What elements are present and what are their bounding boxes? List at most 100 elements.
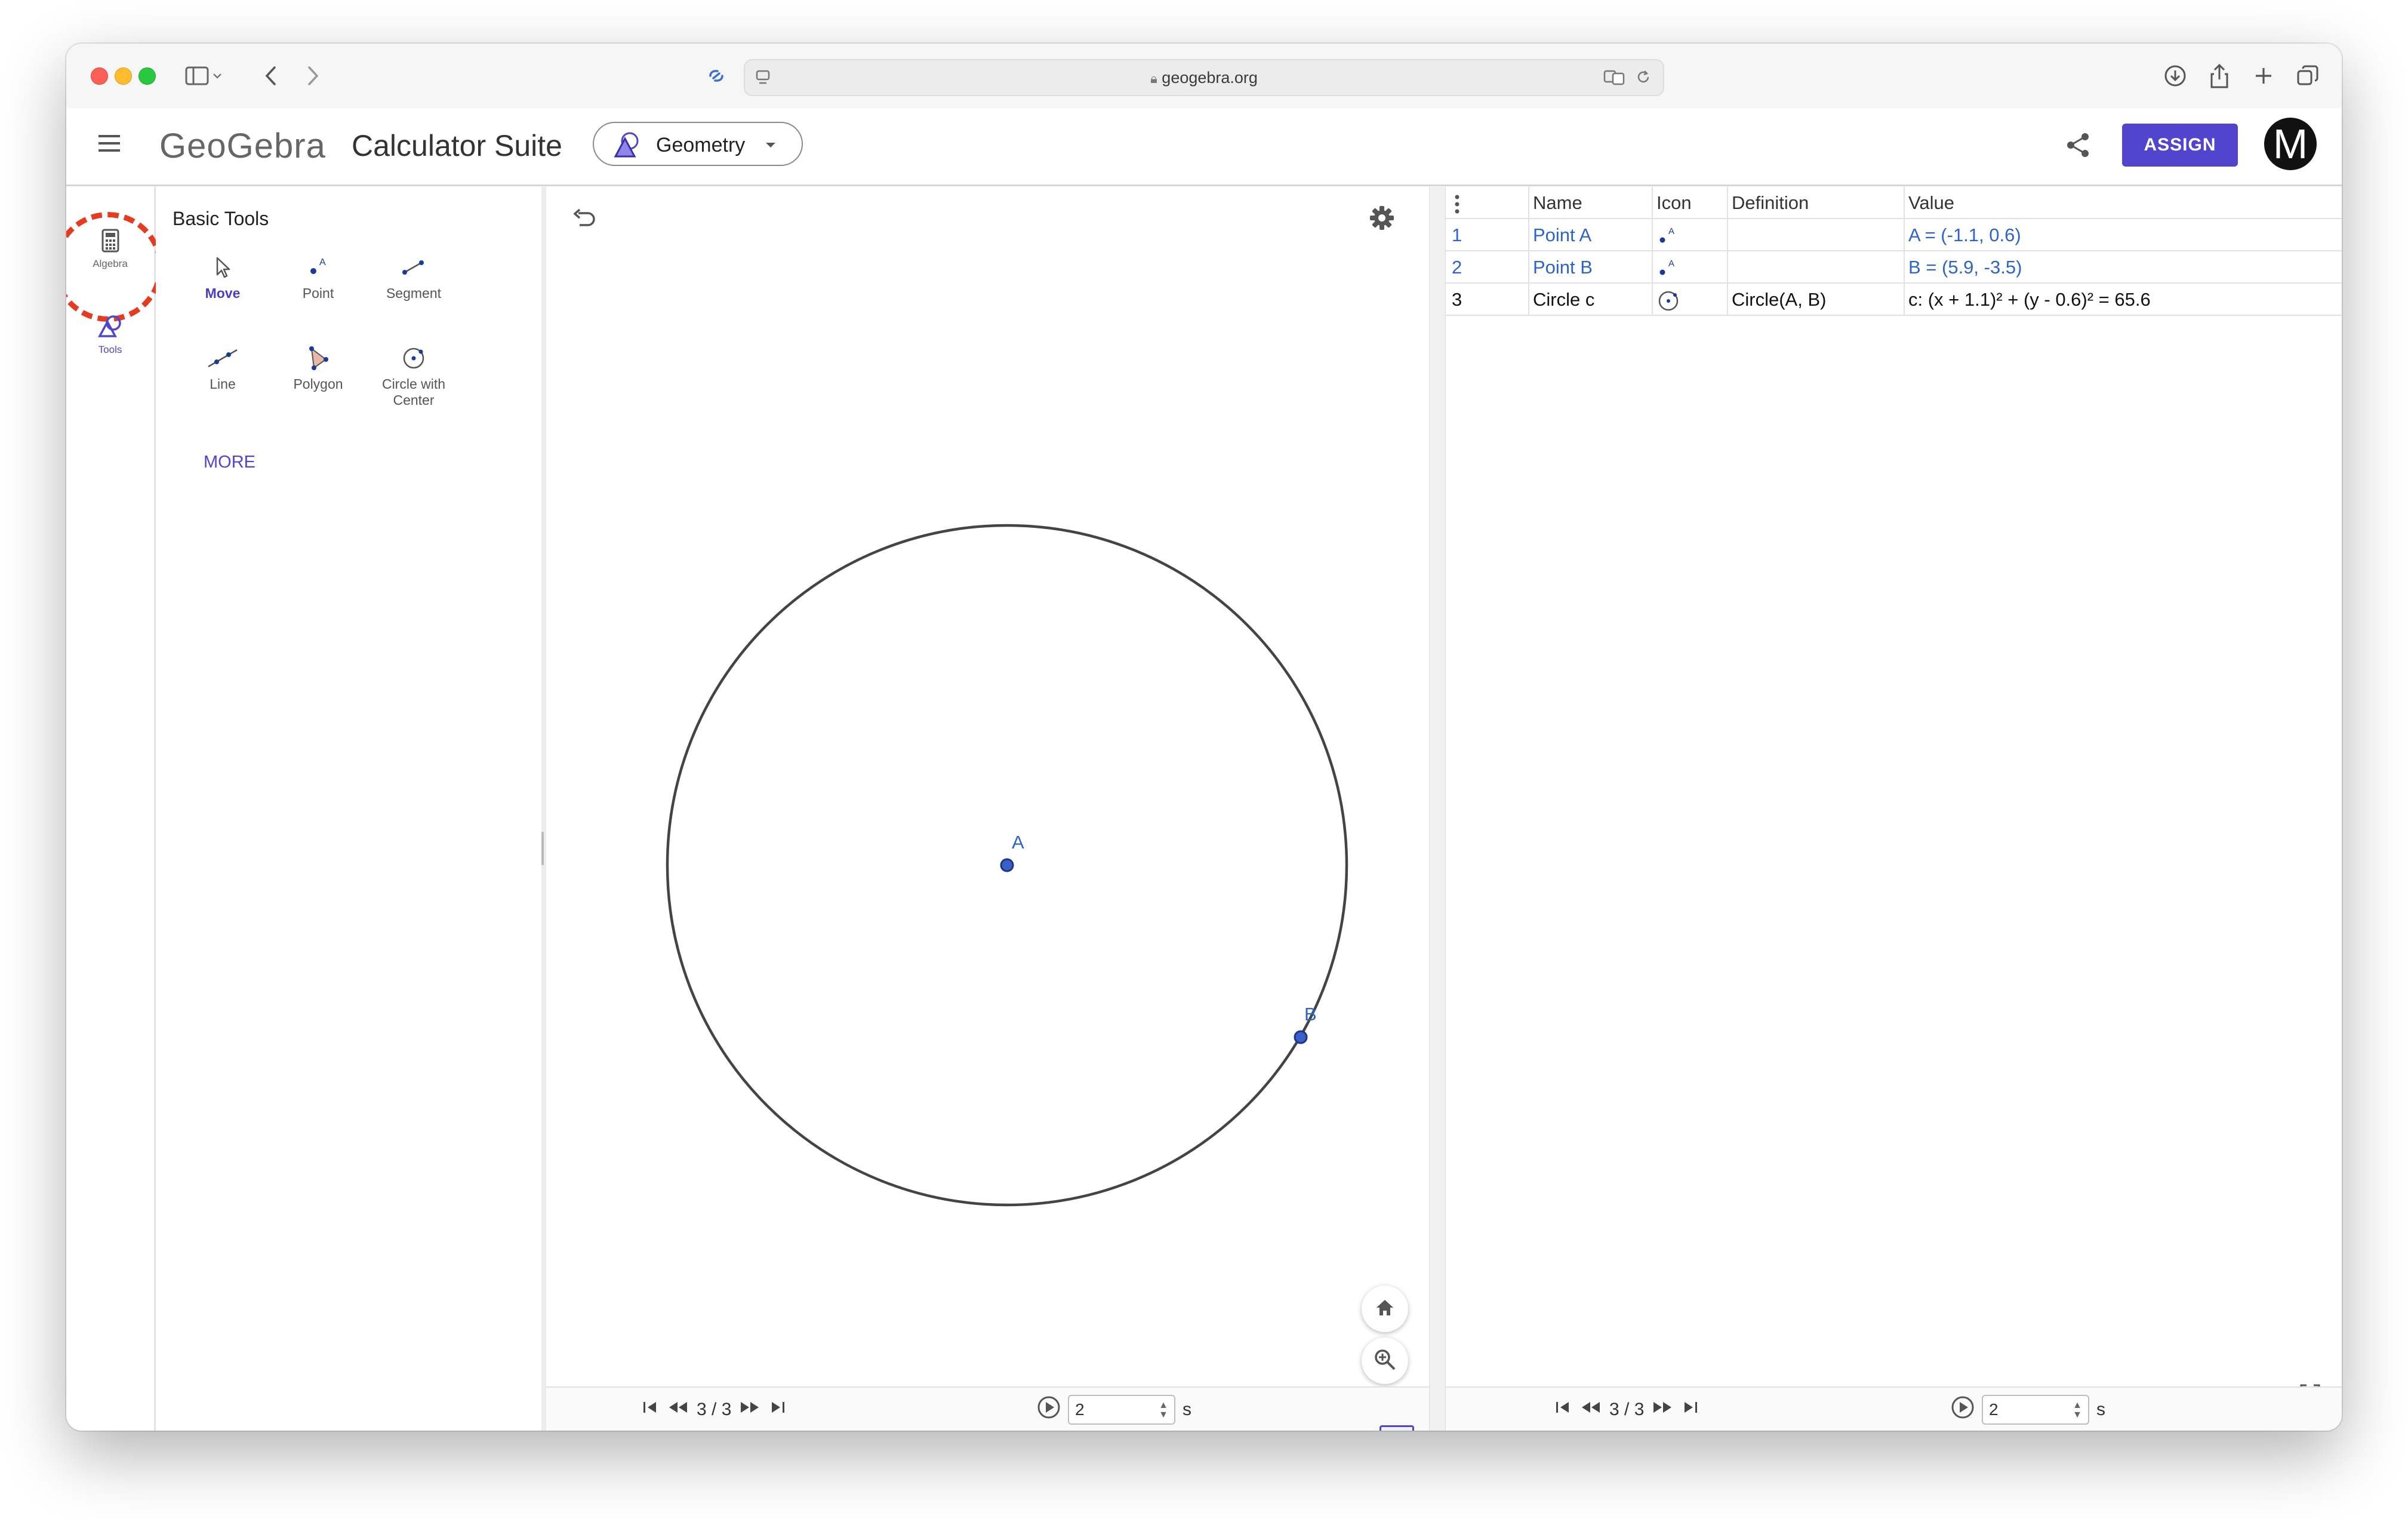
point-icon: A xyxy=(1656,251,1680,282)
keyboard-toggle-icon[interactable] xyxy=(1379,1425,1414,1431)
row-number: 1 xyxy=(1452,225,1462,245)
rail-item-tools[interactable]: Tools xyxy=(66,315,154,356)
row-number: 3 xyxy=(1452,289,1462,310)
point-icon: A xyxy=(270,250,366,285)
column-header-name[interactable]: Name xyxy=(1533,187,1582,218)
next-step-icon[interactable] xyxy=(738,1400,761,1420)
address-bar[interactable]: 🔒︎ geogebra.org xyxy=(744,59,1664,96)
minimize-window-button[interactable] xyxy=(115,67,132,85)
tool-point[interactable]: A Point xyxy=(270,250,366,302)
tool-move[interactable]: Move xyxy=(175,250,270,302)
tab-overview-icon[interactable] xyxy=(2293,58,2323,94)
url-text: 🔒︎ geogebra.org xyxy=(1150,69,1258,87)
point-a[interactable] xyxy=(1000,858,1014,872)
tool-segment[interactable]: Segment xyxy=(366,250,461,302)
tools-panel-title: Basic Tools xyxy=(173,208,269,229)
step-counter: 3 / 3 xyxy=(697,1400,732,1419)
speed-unit: s xyxy=(2096,1400,2105,1419)
home-view-button[interactable] xyxy=(1362,1286,1408,1332)
previous-step-icon[interactable] xyxy=(667,1400,689,1420)
column-header-value[interactable]: Value xyxy=(1908,187,1954,218)
svg-text:A: A xyxy=(1668,259,1674,269)
point-a-label: A xyxy=(1012,832,1024,853)
drag-handle[interactable] xyxy=(541,832,544,865)
home-icon xyxy=(1375,1298,1395,1320)
back-icon[interactable] xyxy=(256,58,286,94)
table-row[interactable]: 2 Point B A B = (5.9, -3.5) xyxy=(1446,251,2342,284)
point-b[interactable] xyxy=(1294,1030,1308,1044)
tools-shapes-icon xyxy=(97,315,124,341)
svg-text:A: A xyxy=(1668,226,1674,236)
step-controls: 3 / 3 xyxy=(642,1388,786,1431)
app-header: GeoGebra Calculator Suite Geometry ASSIG… xyxy=(66,108,2342,186)
previous-step-icon[interactable] xyxy=(1579,1400,1602,1420)
svg-text:A: A xyxy=(319,257,326,267)
row-name: Point A xyxy=(1533,225,1592,245)
app-selector-label: Geometry xyxy=(656,134,746,156)
construction-protocol: Name Icon Definition Value 1 Point A A A… xyxy=(1446,187,2342,1431)
cursor-arrow-icon xyxy=(175,250,270,285)
zoom-in-button[interactable] xyxy=(1362,1337,1408,1384)
browser-window: 🔒︎ geogebra.org GeoGebra Calculator Suit… xyxy=(66,44,2342,1431)
chevron-down-icon xyxy=(765,141,777,152)
new-tab-icon[interactable] xyxy=(2249,58,2278,94)
zoom-window-button[interactable] xyxy=(138,67,156,85)
geogebra-logo[interactable]: GeoGebra xyxy=(159,126,326,166)
play-icon[interactable] xyxy=(1951,1395,1975,1424)
step-controls: 3 / 3 xyxy=(1554,1388,1699,1431)
translate-icon[interactable] xyxy=(1603,68,1627,89)
point-icon: A xyxy=(1656,219,1680,250)
reload-icon[interactable] xyxy=(1634,68,1652,89)
tool-line[interactable]: Line xyxy=(175,340,270,392)
speed-stepper[interactable]: 2 ▲ ▼ xyxy=(1982,1395,2089,1425)
close-window-button[interactable] xyxy=(91,67,108,85)
column-header-definition[interactable]: Definition xyxy=(1732,187,1809,218)
play-controls: 2 ▲ ▼ s xyxy=(1037,1388,1191,1431)
menu-icon[interactable] xyxy=(97,133,121,156)
play-icon[interactable] xyxy=(1037,1395,1061,1424)
first-step-icon[interactable] xyxy=(642,1400,660,1420)
table-row[interactable]: 3 Circle c Circle(A, B) c: (x + 1.1)² + … xyxy=(1446,284,2342,316)
speed-stepper[interactable]: 2 ▲ ▼ xyxy=(1068,1395,1175,1425)
panel-divider[interactable] xyxy=(541,187,546,1431)
next-step-icon[interactable] xyxy=(1651,1400,1674,1420)
downloads-icon[interactable] xyxy=(2160,58,2190,94)
forward-icon[interactable] xyxy=(298,58,328,94)
avatar[interactable]: M xyxy=(2264,118,2317,170)
share-icon[interactable] xyxy=(2204,58,2234,94)
step-counter: 3 / 3 xyxy=(1609,1400,1645,1419)
speed-unit: s xyxy=(1183,1400,1191,1419)
construction-canvas[interactable]: A B xyxy=(546,187,1429,1381)
column-options-icon[interactable] xyxy=(1454,187,1460,218)
assign-button[interactable]: ASSIGN xyxy=(2122,124,2238,167)
link-shared-icon[interactable] xyxy=(701,58,731,94)
segment-icon xyxy=(366,250,461,285)
last-step-icon[interactable] xyxy=(768,1400,786,1420)
more-tools-link[interactable]: MORE xyxy=(204,453,255,472)
share-icon[interactable] xyxy=(2065,132,2091,161)
tool-circle-with-center[interactable]: Circle with Center xyxy=(366,340,461,408)
circle-center-icon xyxy=(1656,284,1680,315)
row-definition: Circle(A, B) xyxy=(1732,289,1827,310)
column-header-icon[interactable]: Icon xyxy=(1656,187,1692,218)
rail-item-algebra[interactable]: Algebra xyxy=(66,212,163,322)
last-step-icon[interactable] xyxy=(1681,1400,1699,1420)
rail-label-tools: Tools xyxy=(98,344,122,355)
app-selector-dropdown[interactable]: Geometry xyxy=(593,122,803,166)
protocol-header-row: Name Icon Definition Value xyxy=(1446,187,2342,219)
stepper-arrows-icon[interactable]: ▲ ▼ xyxy=(1159,1401,1168,1420)
graphics-view[interactable]: A B 3 / 3 2 ▲ ▼ s xyxy=(546,187,1429,1431)
geometry-app-icon xyxy=(612,131,642,162)
panel-divider-right[interactable] xyxy=(1429,187,1446,1431)
row-value: c: (x + 1.1)² + (y - 0.6)² = 65.6 xyxy=(1908,289,2151,310)
point-b-label: B xyxy=(1304,1004,1317,1025)
line-icon xyxy=(175,340,270,376)
sidebar-toggle-icon[interactable] xyxy=(180,58,227,94)
tool-polygon[interactable]: Polygon xyxy=(270,340,366,392)
table-row[interactable]: 1 Point A A A = (-1.1, 0.6) xyxy=(1446,219,2342,251)
browser-toolbar: 🔒︎ geogebra.org xyxy=(66,44,2342,109)
stepper-arrows-icon[interactable]: ▲ ▼ xyxy=(2073,1401,2082,1420)
graphics-navigation-bar: 3 / 3 2 ▲ ▼ s xyxy=(546,1386,1429,1431)
side-rail: Algebra Tools xyxy=(66,187,163,1431)
first-step-icon[interactable] xyxy=(1554,1400,1572,1420)
